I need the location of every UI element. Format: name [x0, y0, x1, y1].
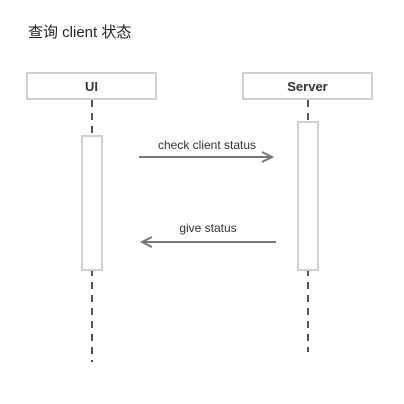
- activation-ui: [81, 135, 103, 271]
- message-label-check-client-status: check client status: [157, 138, 257, 152]
- sequence-diagram: [81, 100, 319, 362]
- message-arrow-check-client-status: [139, 151, 275, 163]
- message-label-give-status: give status: [179, 221, 237, 235]
- message-arrow-give-status: [139, 236, 276, 248]
- activation-server: [297, 121, 319, 271]
